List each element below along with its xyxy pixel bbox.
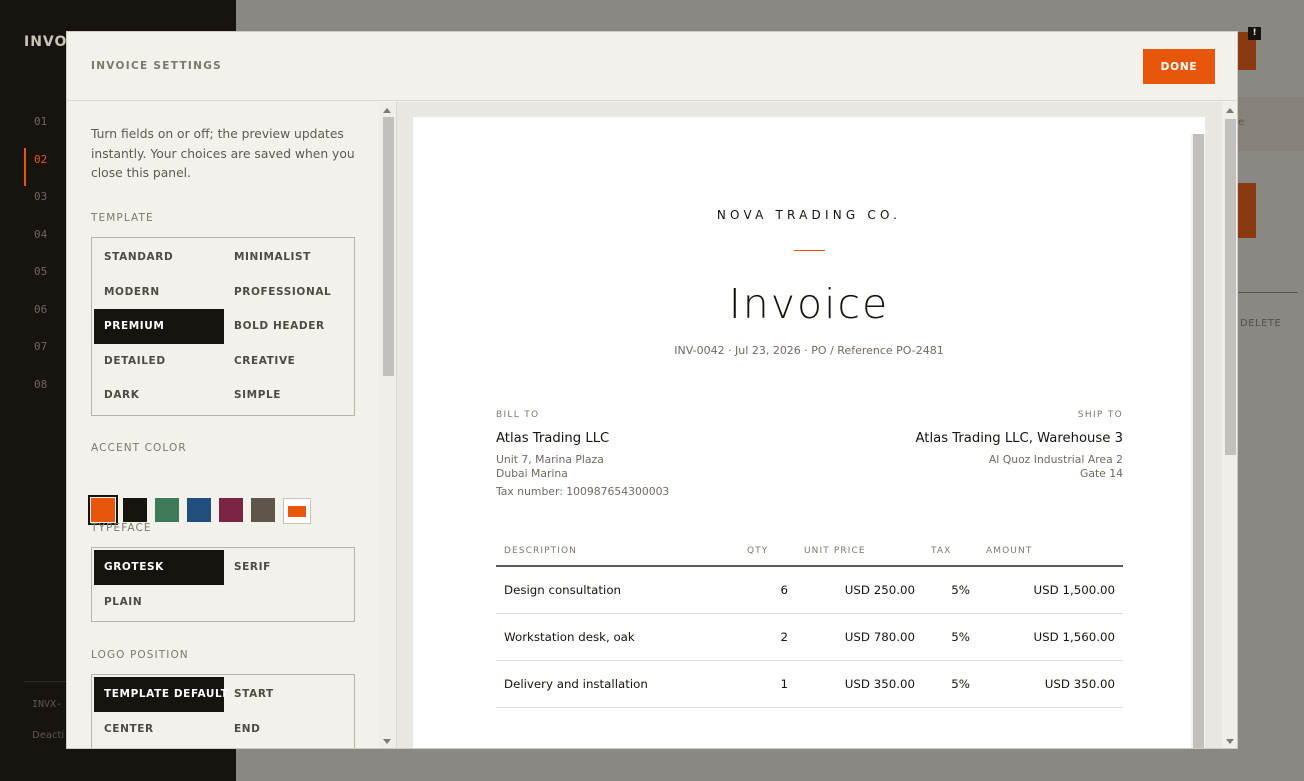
typeface-option-serif[interactable]: SERIF: [224, 550, 354, 585]
template-option-modern[interactable]: MODERN: [94, 275, 224, 310]
logo-position-option-template-default[interactable]: TEMPLATE DEFAULT: [94, 677, 228, 712]
template-option-professional[interactable]: PROFESSIONAL: [224, 275, 354, 310]
item-description: Workstation desk, oak: [496, 613, 739, 661]
item-tax: 5%: [923, 566, 978, 614]
scroll-down-arrow-icon[interactable]: [383, 739, 391, 744]
logo-position-option-end[interactable]: END: [224, 712, 354, 747]
item-qty: 2: [739, 613, 796, 661]
settings-scrollbar-thumb[interactable]: [383, 117, 394, 376]
preview-scrollbar-thumb[interactable]: [1225, 119, 1236, 455]
item-qty: 1: [739, 660, 796, 708]
accent-swatch[interactable]: [219, 498, 243, 522]
template-option-premium[interactable]: PREMIUM: [94, 309, 224, 344]
logo-position-option-center[interactable]: CENTER: [94, 712, 224, 747]
template-options: STANDARD MINIMALIST MODERN PROFESSIONAL PREM…: [91, 237, 355, 416]
template-option-detailed[interactable]: DETAILED: [94, 344, 224, 379]
accent-color-label: ACCENT COLOR: [91, 442, 187, 454]
custom-color-chip: [288, 505, 306, 517]
invoice-preview-pane: NOVA TRADING CO. Invoice INV-0042 · Jul …: [397, 102, 1237, 748]
modal-header: INVOICE SETTINGS DONE: [67, 32, 1237, 101]
table-row: Design consultation 6 USD 250.00 5% USD 1,50…: [496, 566, 1123, 614]
ship-to-line: Al Quoz Industrial Area 2: [988, 453, 1123, 466]
item-description: Delivery and installation: [496, 660, 739, 708]
typeface-label: TYPEFACE: [91, 522, 152, 534]
ship-to-label: SHIP TO: [1077, 410, 1123, 420]
accent-swatch[interactable]: [155, 498, 179, 522]
item-unit-price: USD 780.00: [796, 613, 923, 661]
template-option-simple[interactable]: SIMPLE: [224, 378, 354, 413]
preview-scrollbar[interactable]: [1222, 102, 1237, 748]
item-amount: USD 1,560.00: [978, 613, 1123, 661]
logo-position-option-start[interactable]: START: [224, 677, 354, 712]
paper-scrollbar-thumb[interactable]: [1193, 134, 1204, 748]
scroll-up-arrow-icon[interactable]: [1226, 108, 1234, 113]
column-header: TAX: [923, 537, 978, 567]
accent-swatch[interactable]: [251, 498, 275, 522]
logo-position-label: LOGO POSITION: [91, 649, 189, 661]
invoice-title: Invoice: [728, 280, 890, 328]
accent-swatches: [88, 495, 311, 525]
table-header-row: DESCRIPTION QTY UNIT PRICE TAX AMOUNT: [496, 537, 1123, 567]
accent-swatch[interactable]: [123, 498, 147, 522]
column-header: UNIT PRICE: [796, 537, 923, 567]
typeface-options: GROTESK SERIF PLAIN: [91, 547, 355, 622]
line-items-table: DESCRIPTION QTY UNIT PRICE TAX AMOUNT De…: [496, 537, 1123, 708]
settings-scrollbar[interactable]: [379, 102, 396, 748]
template-label: TEMPLATE: [91, 212, 154, 224]
background-banner-text: e: [1238, 117, 1245, 128]
invoice-meta: INV-0042 · Jul 23, 2026 · PO / Reference…: [674, 344, 944, 357]
column-header: DESCRIPTION: [496, 537, 739, 567]
accent-rule: [794, 250, 825, 251]
sidebar-invoice-id: INVX-: [32, 699, 63, 710]
template-option-dark[interactable]: DARK: [94, 378, 224, 413]
background-delete-button[interactable]: DELETE: [1240, 318, 1281, 329]
table-row: Workstation desk, oak 2 USD 780.00 5% USD 1,…: [496, 613, 1123, 661]
bill-to-name: Atlas Trading LLC: [496, 431, 610, 446]
bill-to-line: Unit 7, Marina Plaza: [496, 453, 604, 466]
bill-to-label: BILL TO: [496, 410, 540, 420]
bill-to-tax-number: Tax number: 100987654300003: [496, 485, 670, 498]
item-amount: USD 350.00: [978, 660, 1123, 708]
item-unit-price: USD 350.00: [796, 660, 923, 708]
settings-intro: Turn fields on or off; the preview updat…: [91, 127, 355, 180]
template-option-minimalist[interactable]: MINIMALIST: [224, 240, 354, 275]
scroll-down-arrow-icon[interactable]: [1226, 739, 1234, 744]
background-banner: [1238, 97, 1304, 151]
column-header: AMOUNT: [978, 537, 1123, 567]
typeface-option-grotesk[interactable]: GROTESK: [94, 550, 224, 585]
custom-color-picker[interactable]: [283, 498, 311, 524]
paper-scrollbar[interactable]: [1191, 134, 1205, 748]
column-header: QTY: [739, 537, 796, 567]
table-row: Delivery and installation 1 USD 350.00 5% US…: [496, 660, 1123, 708]
settings-panel: Turn fields on or off; the preview updat…: [67, 102, 397, 748]
bill-to-line: Dubai Marina: [496, 467, 568, 480]
typeface-option-plain[interactable]: PLAIN: [94, 585, 224, 620]
company-name: NOVA TRADING CO.: [716, 208, 902, 222]
background-divider: [1238, 292, 1298, 293]
template-option-creative[interactable]: CREATIVE: [224, 344, 354, 379]
invoice-settings-modal: INVOICE SETTINGS DONE Turn fields on or …: [66, 31, 1238, 749]
done-button[interactable]: DONE: [1143, 49, 1215, 84]
modal-title: INVOICE SETTINGS: [91, 60, 222, 72]
item-tax: 5%: [923, 660, 978, 708]
alert-icon: !: [1248, 27, 1261, 40]
template-option-bold-header[interactable]: BOLD HEADER: [224, 309, 354, 344]
logo-position-options: TEMPLATE DEFAULT START CENTER END: [91, 674, 355, 748]
item-tax: 5%: [923, 613, 978, 661]
accent-swatch[interactable]: [88, 495, 118, 525]
item-description: Design consultation: [496, 566, 739, 614]
item-qty: 6: [739, 566, 796, 614]
item-amount: USD 1,500.00: [978, 566, 1123, 614]
sidebar-deactivate-link[interactable]: Deacti: [32, 730, 64, 741]
template-option-standard[interactable]: STANDARD: [94, 240, 224, 275]
ship-to-name: Atlas Trading LLC, Warehouse 3: [915, 431, 1123, 446]
accent-swatch[interactable]: [187, 498, 211, 522]
ship-to-line: Gate 14: [1079, 467, 1123, 480]
item-unit-price: USD 250.00: [796, 566, 923, 614]
invoice-paper: NOVA TRADING CO. Invoice INV-0042 · Jul …: [413, 117, 1205, 748]
scroll-up-arrow-icon[interactable]: [383, 108, 391, 113]
